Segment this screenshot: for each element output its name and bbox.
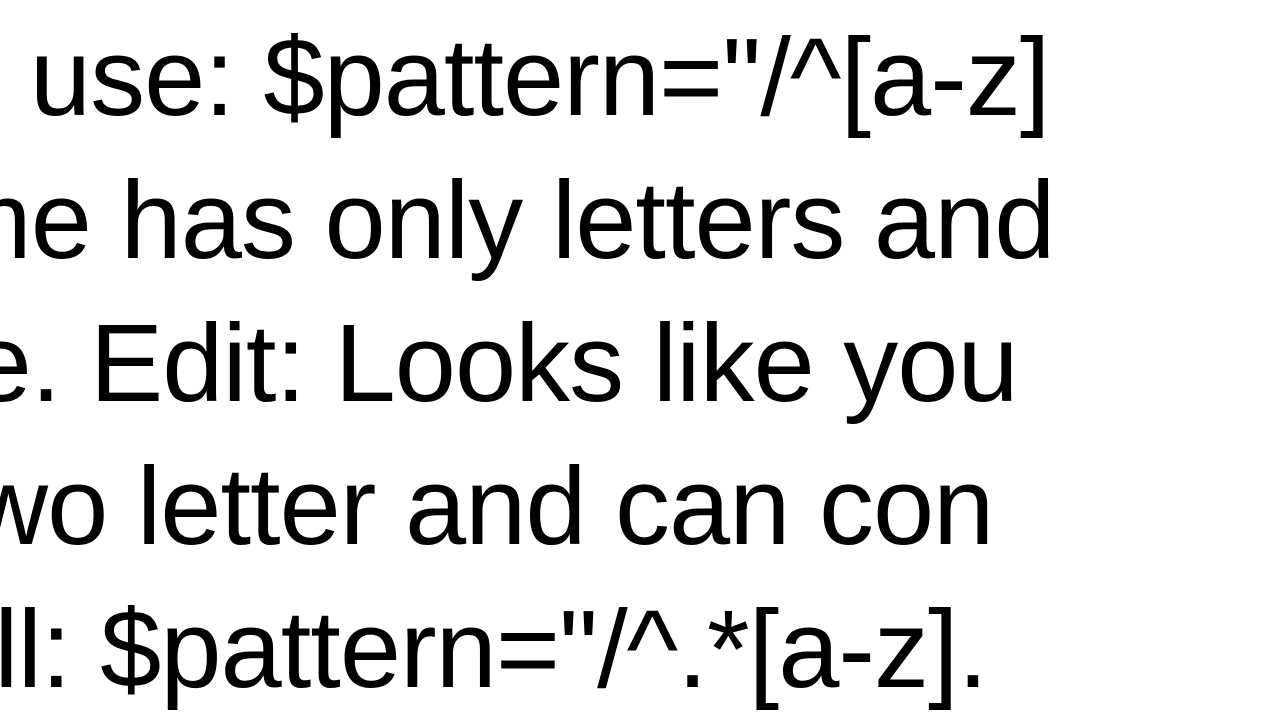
- text-line-5: vell: $pattern="/^.*[a-z].: [0, 588, 987, 711]
- text-line-3: me. Edit: Looks like you: [0, 302, 1018, 425]
- cropped-text-block: an use: $pattern="/^[a-z] ame has only l…: [0, 6, 1054, 721]
- text-line-4: t two letter and can con: [0, 445, 993, 568]
- text-line-1: an use: $pattern="/^[a-z]: [0, 16, 1049, 139]
- text-line-2: ame has only letters and: [0, 159, 1054, 282]
